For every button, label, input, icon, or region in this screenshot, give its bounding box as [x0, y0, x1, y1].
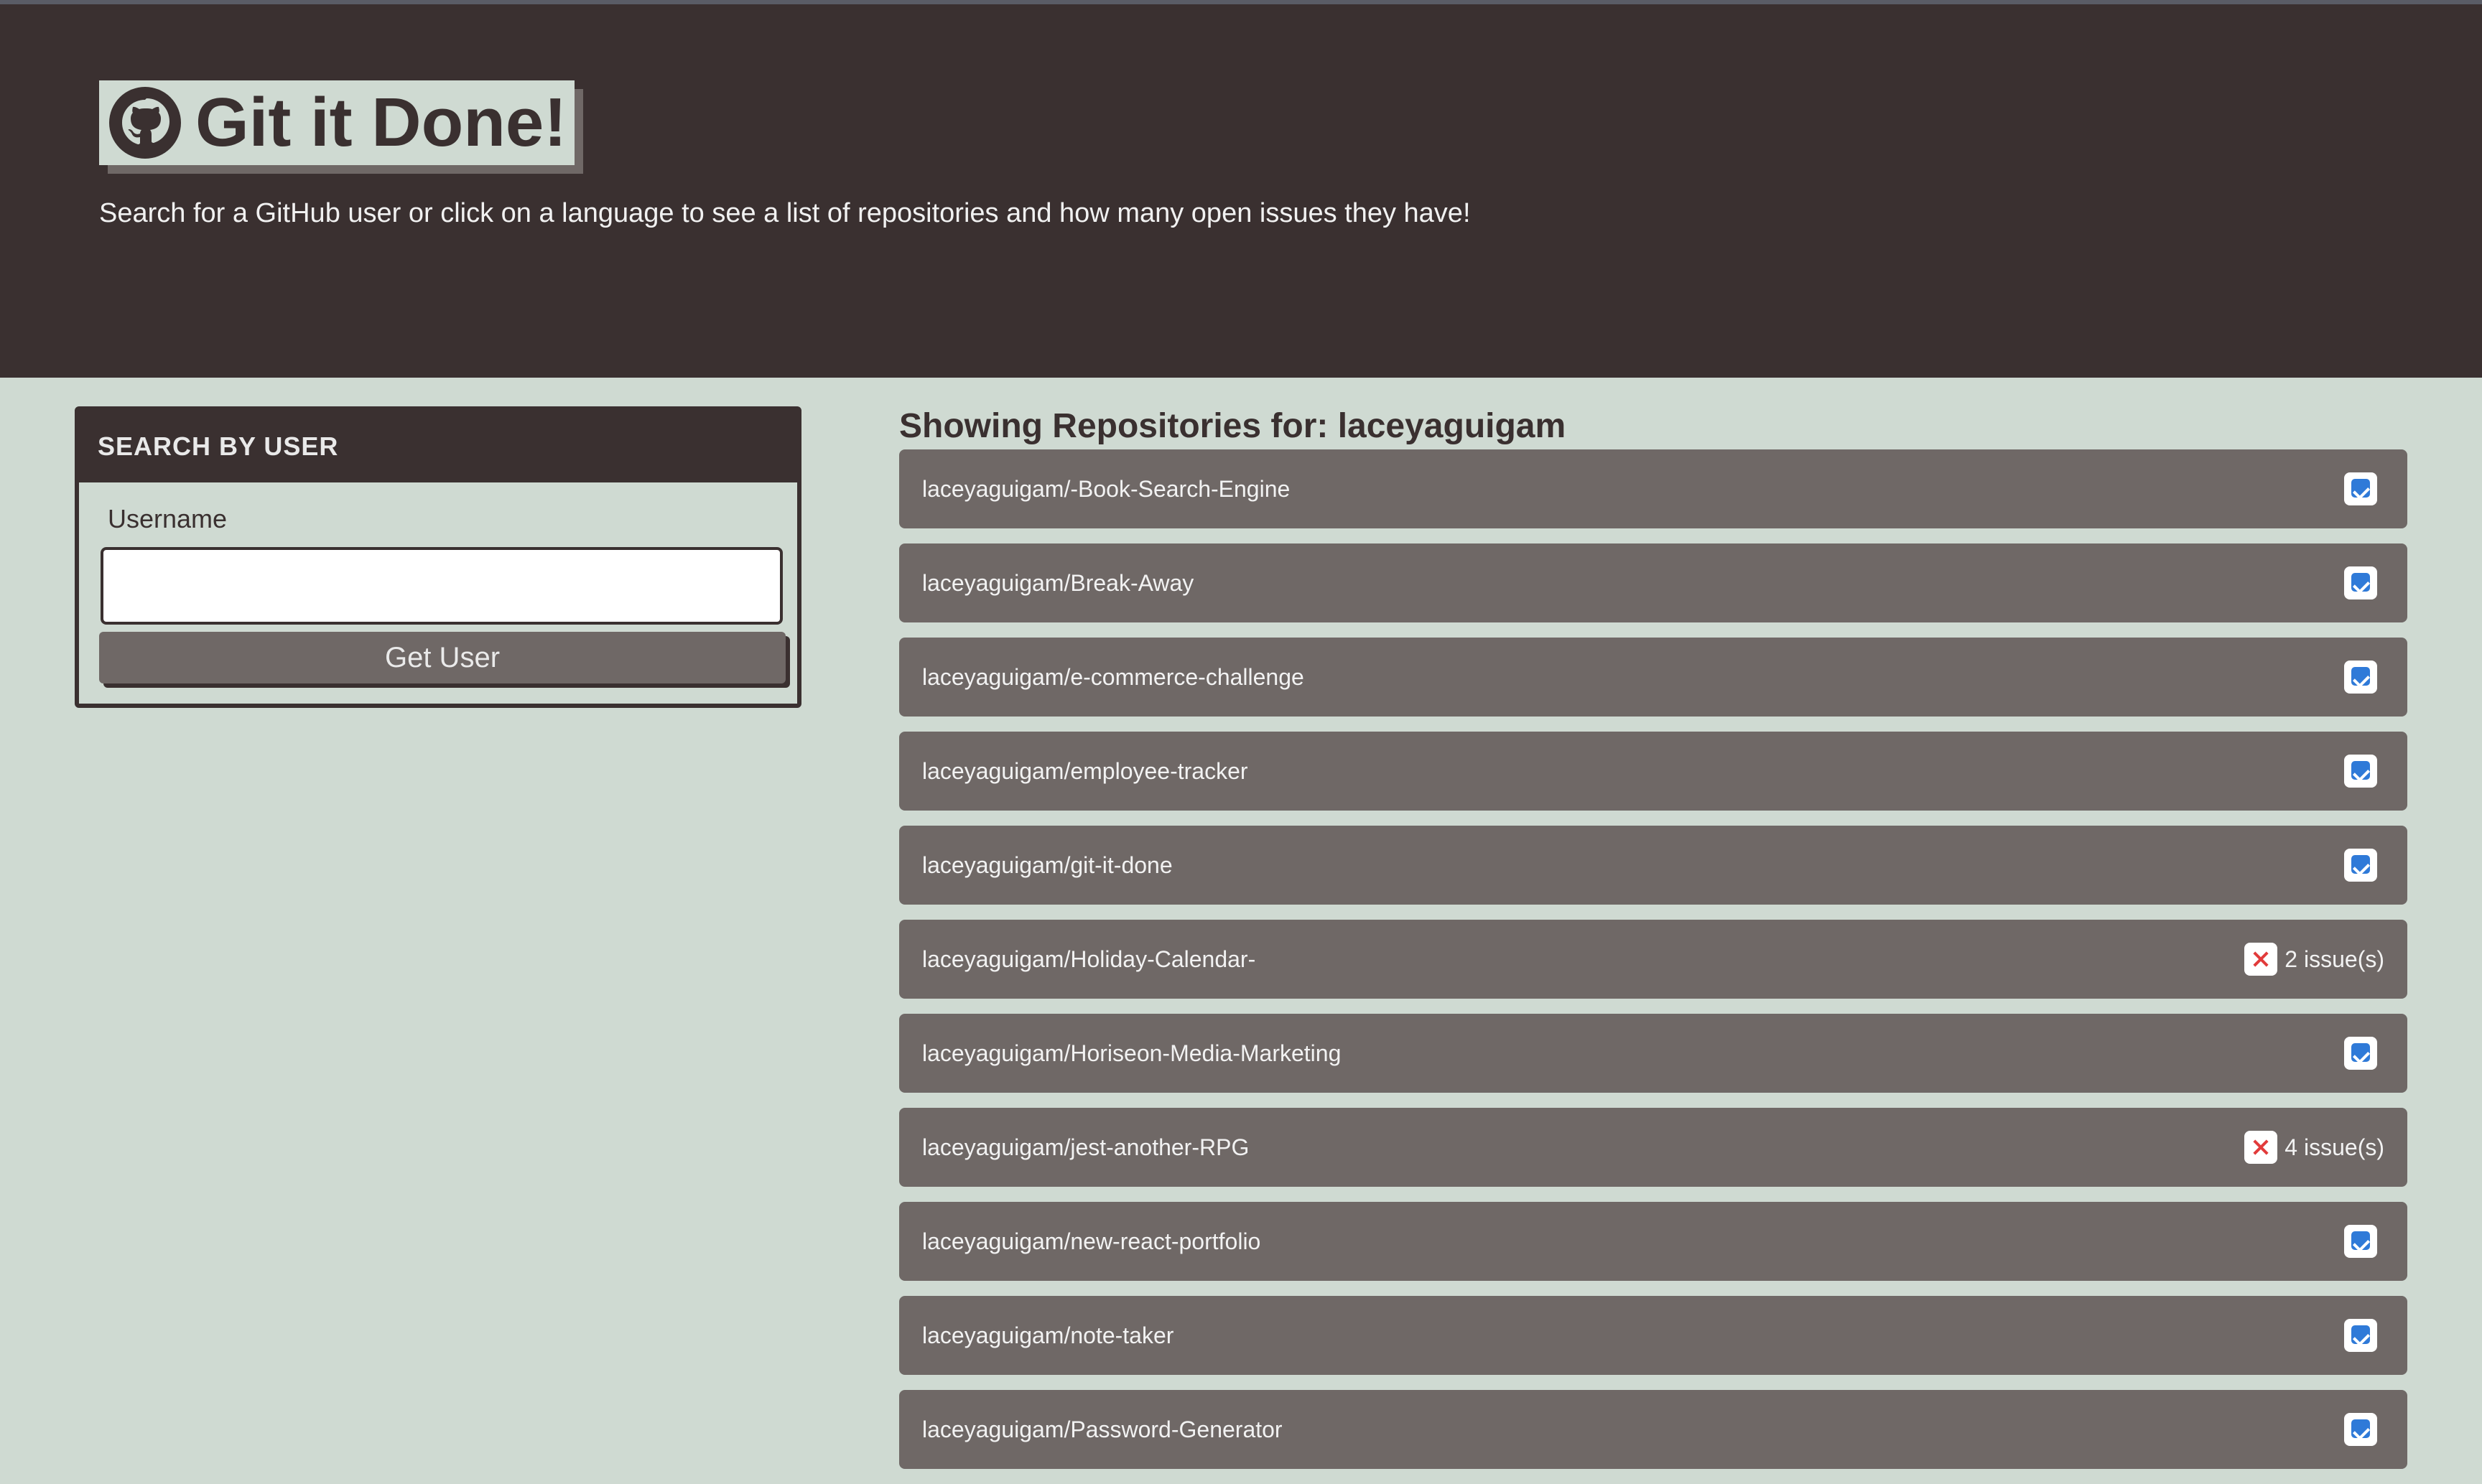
get-user-button[interactable]: Get User — [99, 632, 786, 683]
check-icon — [2344, 755, 2377, 788]
x-icon — [2244, 943, 2278, 976]
username-input[interactable] — [101, 547, 783, 625]
repo-item[interactable]: laceyaguigam/new-react-portfolio — [899, 1202, 2407, 1281]
check-icon — [2344, 472, 2377, 505]
check-icon — [2344, 661, 2377, 694]
repo-status — [2344, 566, 2384, 599]
repo-status — [2344, 1225, 2384, 1258]
repo-name: laceyaguigam/Break-Away — [922, 569, 1194, 596]
repo-status — [2344, 849, 2384, 882]
repo-status: 4 issue(s) — [2244, 1131, 2384, 1164]
repo-status — [2344, 661, 2384, 694]
repo-item[interactable]: laceyaguigam/git-it-done — [899, 826, 2407, 905]
repo-status — [2344, 755, 2384, 788]
repo-status — [2344, 1413, 2384, 1446]
repo-item[interactable]: laceyaguigam/note-taker — [899, 1296, 2407, 1375]
repo-name: laceyaguigam/jest-another-RPG — [922, 1134, 1250, 1160]
repo-name: laceyaguigam/note-taker — [922, 1322, 1174, 1348]
repo-item[interactable]: laceyaguigam/e-commerce-challenge — [899, 638, 2407, 717]
repo-name: laceyaguigam/new-react-portfolio — [922, 1228, 1261, 1254]
repo-status — [2344, 1037, 2384, 1070]
check-icon — [2344, 1037, 2377, 1070]
repo-status — [2344, 472, 2384, 505]
repos-heading: Showing Repositories for: laceyaguigam — [899, 407, 1566, 445]
search-card-header: SEARCH BY USER — [79, 411, 797, 482]
repo-status: 2 issue(s) — [2244, 943, 2384, 976]
app-title: Git it Done! — [195, 84, 567, 161]
app-subtitle: Search for a GitHub user or click on a l… — [99, 198, 1471, 228]
github-icon — [109, 87, 181, 159]
check-icon — [2344, 566, 2377, 599]
repo-item[interactable]: laceyaguigam/Break-Away — [899, 543, 2407, 622]
repo-name: laceyaguigam/employee-tracker — [922, 757, 1248, 784]
repo-item[interactable]: laceyaguigam/Horiseon-Media-Marketing — [899, 1014, 2407, 1093]
x-icon — [2244, 1131, 2278, 1164]
check-icon — [2344, 1413, 2377, 1446]
app-logo: Git it Done! — [99, 80, 575, 165]
repo-status — [2344, 1319, 2384, 1352]
check-icon — [2344, 1225, 2377, 1258]
repo-name: laceyaguigam/Holiday-Calendar- — [922, 946, 1256, 972]
repo-name: laceyaguigam/git-it-done — [922, 851, 1173, 878]
page-header: Git it Done! Search for a GitHub user or… — [0, 4, 2482, 378]
check-icon — [2344, 1319, 2377, 1352]
repo-name: laceyaguigam/e-commerce-challenge — [922, 663, 1304, 690]
repo-item[interactable]: laceyaguigam/Password-Generator — [899, 1390, 2407, 1469]
repo-item[interactable]: laceyaguigam/-Book-Search-Engine — [899, 449, 2407, 528]
check-icon — [2344, 849, 2377, 882]
repo-list: laceyaguigam/-Book-Search-Engine laceyag… — [899, 449, 2407, 1484]
repo-item[interactable]: laceyaguigam/employee-tracker — [899, 732, 2407, 811]
issues-count: 4 issue(s) — [2285, 1134, 2384, 1160]
repo-item[interactable]: laceyaguigam/jest-another-RPG 4 issue(s) — [899, 1108, 2407, 1187]
repo-name: laceyaguigam/-Book-Search-Engine — [922, 475, 1291, 502]
repo-name: laceyaguigam/Horiseon-Media-Marketing — [922, 1040, 1342, 1066]
search-card: SEARCH BY USER Username Get User — [75, 406, 801, 708]
repo-name: laceyaguigam/Password-Generator — [922, 1416, 1283, 1442]
repo-item[interactable]: laceyaguigam/Holiday-Calendar- 2 issue(s… — [899, 920, 2407, 999]
issues-count: 2 issue(s) — [2285, 946, 2384, 972]
username-label: Username — [108, 504, 228, 533]
